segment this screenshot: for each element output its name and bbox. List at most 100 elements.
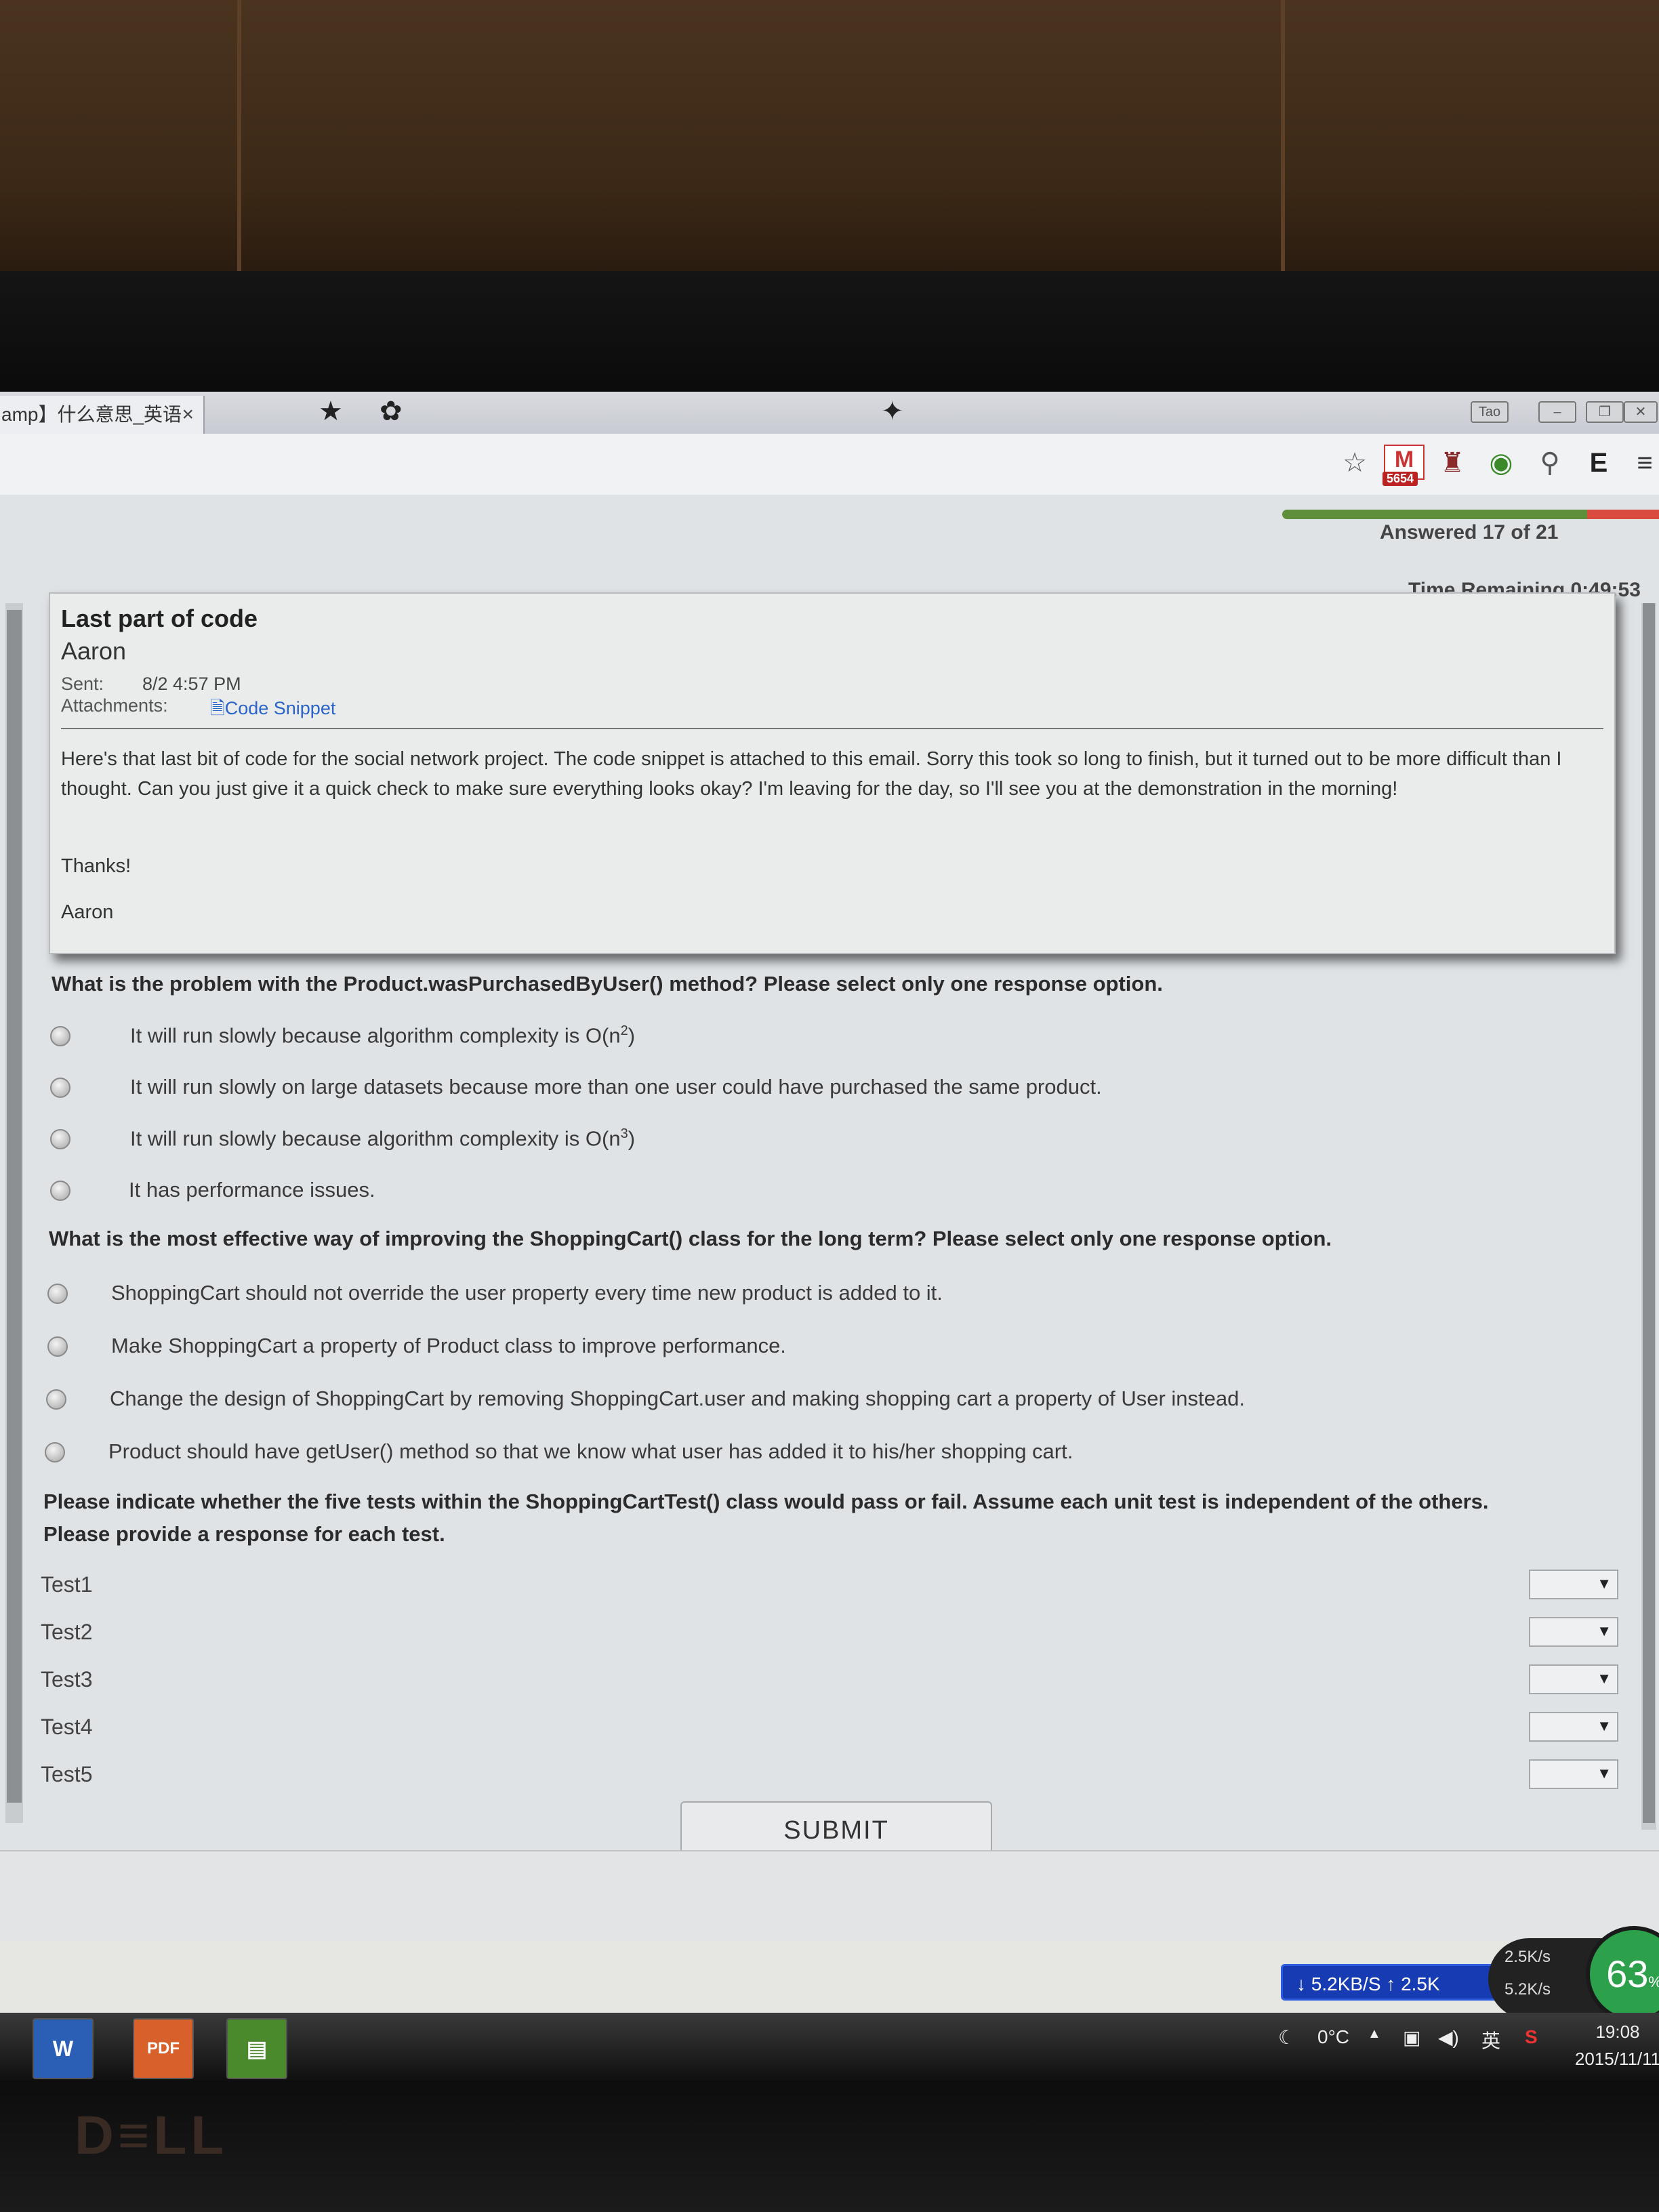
test-row-2: Test2 ▼ [41,1617,1626,1650]
q2-option-3-radio[interactable] [46,1389,66,1410]
browser-status-area [0,1850,1659,1941]
volume-icon[interactable]: ◀) [1438,2026,1459,2049]
q1-option-1[interactable]: It will run slowly because algorithm com… [50,1023,1270,1050]
q1-option-3[interactable]: It will run slowly because algorithm com… [50,1126,1270,1153]
chevron-down-icon: ▼ [1597,1622,1612,1639]
email-sent-row: Sent: 8/2 4:57 PM [61,674,241,695]
q2-option-2-radio[interactable] [47,1336,68,1357]
q2-option-4-radio[interactable] [45,1442,65,1462]
pdf-app-icon[interactable]: PDF [133,2018,194,2079]
q2-option-4[interactable]: Product should have getUser() method so … [45,1439,1265,1467]
sent-value: 8/2 4:57 PM [142,674,241,694]
butterfly-decoration-icon: ✦ [881,396,904,426]
question-3-prompt: Please indicate whether the five tests w… [43,1490,1489,1513]
excel-app-icon[interactable]: ▤ [226,2018,287,2079]
q2-option-2-label: Make ShoppingCart a property of Product … [111,1334,786,1357]
temperature: 0°C [1317,2026,1349,2047]
test-row-1: Test1 ▼ [41,1570,1626,1602]
code-snippet-link[interactable]: 🗎Code Snippet [210,695,335,726]
right-scrollbar[interactable] [1641,603,1656,1830]
evernote-extension-icon[interactable]: E [1582,446,1616,480]
email-body-signature: Aaron [61,901,114,923]
right-scrollbar-thumb[interactable] [1643,603,1655,1823]
attachment-name: Code Snippet [224,698,336,718]
test-5-label: Test5 [41,1762,93,1786]
sent-label: Sent: [61,674,104,694]
tray-expand-icon[interactable]: ▲ [1368,2026,1381,2042]
q2-option-3-label: Change the design of ShoppingCart by rem… [110,1387,1245,1410]
q1-option-3-radio[interactable] [50,1129,70,1149]
q2-option-2[interactable]: Make ShoppingCart a property of Product … [47,1334,1267,1361]
chevron-down-icon: ▼ [1597,1575,1612,1592]
q1-option-1-label: It will run slowly because algorithm com… [130,1023,636,1048]
clock-time: 19:08 [1595,2022,1640,2042]
device-icon[interactable]: ▣ [1403,2026,1420,2049]
tab-close-icon[interactable]: × [182,396,194,434]
minimize-button[interactable]: – [1538,401,1576,423]
test-3-select[interactable]: ▼ [1529,1664,1618,1694]
windows-taskbar: W PDF ▤ ☾ 0°C ▲ ▣ ◀) 英 S 19:08 2015/11/1… [0,2013,1659,2081]
test-page: Answered 17 of 21 Time Remaining 0:49:53… [0,495,1659,1858]
left-scrollbar-thumb[interactable] [7,610,22,1803]
tab-title: amp】什么意思_英语 [1,404,182,425]
monitor-brand-logo: D≡LL [75,2105,228,2165]
q2-option-1[interactable]: ShoppingCart should not override the use… [47,1281,1267,1308]
email-attachments-row: Attachments: 🗎Code Snippet [61,695,468,718]
question-3-prompt-line2: Please provide a response for each test. [43,1522,445,1546]
chevron-down-icon: ▼ [1597,1670,1612,1687]
q1-option-1-radio[interactable] [50,1026,70,1046]
q2-option-3[interactable]: Change the design of ShoppingCart by rem… [46,1387,1334,1414]
q1-option-2-radio[interactable] [50,1078,70,1098]
restore-button[interactable]: ❐ [1586,401,1624,423]
test-1-select[interactable]: ▼ [1529,1570,1618,1599]
left-scrollbar[interactable] [5,603,23,1823]
test-row-3: Test3 ▼ [41,1664,1626,1697]
email-body-paragraph: Here's that last bit of code for the soc… [61,748,1562,800]
test-3-label: Test3 [41,1667,93,1692]
test-row-4: Test4 ▼ [41,1712,1626,1744]
close-window-button[interactable]: ✕ [1624,401,1658,423]
system-clock[interactable]: 19:08 2015/11/11 [1567,2018,1659,2072]
email-divider [61,728,1603,729]
answered-count: Answered 17 of 21 [1380,521,1559,544]
star-decoration-icon: ★ [319,396,343,426]
extension-chair-icon[interactable]: ♜ [1435,446,1469,480]
q1-option-2-label: It will run slowly on large datasets bec… [130,1075,1102,1099]
test-5-select[interactable]: ▼ [1529,1759,1618,1789]
q1-option-2[interactable]: It will run slowly on large datasets bec… [50,1075,1270,1102]
question-2-prompt: What is the most effective way of improv… [49,1227,1332,1250]
test-row-5: Test5 ▼ [41,1759,1626,1792]
email-panel: Last part of code Aaron Sent: 8/2 4:57 P… [49,592,1616,954]
upload-arrow-icon: ↑ [1386,1973,1401,1994]
test-4-select[interactable]: ▼ [1529,1712,1618,1742]
widget-download-speed: 5.2K/s [1504,1980,1551,1999]
question-1-prompt: What is the problem with the Product.was… [52,972,1163,996]
sogou-input-icon[interactable]: S [1525,2026,1538,2048]
extension-shield-icon[interactable]: ◉ [1484,446,1518,480]
ime-indicator[interactable]: 英 [1481,2026,1500,2053]
extension-pin-icon[interactable]: ⚲ [1533,446,1567,480]
q1-option-4-radio[interactable] [50,1181,70,1201]
progress-remaining [1587,510,1659,519]
test-1-label: Test1 [41,1572,93,1597]
document-icon: 🗎 [210,698,225,718]
monitor-screen: amp】什么意思_英语 × ★ ✿ ✦ Tao – ❐ ✕ ☆ M 5654 ♜… [0,392,1659,2081]
theme-decoration-icon: ✿ [380,396,403,426]
q1-option-4[interactable]: It has performance issues. [50,1178,1270,1205]
chevron-down-icon: ▼ [1597,1765,1612,1782]
profile-button[interactable]: Tao [1471,401,1509,423]
bookmark-star-icon[interactable]: ☆ [1338,446,1372,480]
chevron-down-icon: ▼ [1597,1717,1612,1734]
menu-icon[interactable]: ≡ [1628,446,1659,480]
upload-speed: 2.5K [1401,1973,1440,1994]
browser-toolbar: ☆ M 5654 ♜ ◉ ⚲ E ≡ [0,434,1659,496]
q2-option-1-radio[interactable] [47,1284,68,1304]
background-wall [0,0,1659,271]
test-2-select[interactable]: ▼ [1529,1617,1618,1647]
browser-tab[interactable]: amp】什么意思_英语 × [0,396,205,434]
download-speed: 5.2KB/S [1311,1973,1381,1994]
q1-option-3-label: It will run slowly because algorithm com… [130,1126,636,1151]
weather-icon[interactable]: ☾ [1278,2026,1295,2049]
word-app-icon[interactable]: W [33,2018,94,2079]
gmail-unread-badge: 5654 [1382,472,1418,486]
